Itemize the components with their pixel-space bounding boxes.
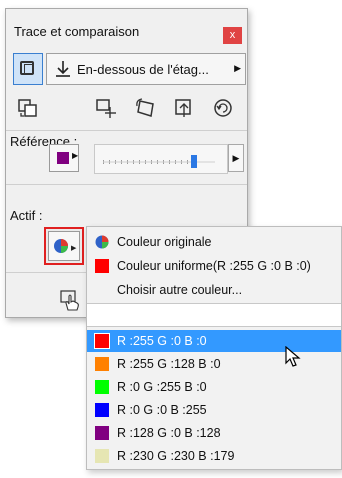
color-swatch <box>95 403 109 417</box>
recent-color-item[interactable]: R :230 G :230 B :179 <box>87 445 341 467</box>
color-swatch <box>94 333 110 349</box>
chevron-right-icon: ▶ <box>234 63 241 73</box>
hand-pointer-icon[interactable] <box>59 289 83 313</box>
recent-color-label: R :255 G :0 B :0 <box>117 334 207 348</box>
recent-color-label: R :0 G :0 B :255 <box>117 403 207 417</box>
menu-item-original-color[interactable]: Couleur originale <box>87 231 341 253</box>
swap-trace-icon[interactable] <box>16 97 40 119</box>
palette-titlebar[interactable]: Trace et comparaison x <box>6 9 247 44</box>
placement-label: En-dessous de l'étag... <box>77 62 209 77</box>
color-swatch <box>95 449 109 463</box>
active-color-button-inner: ▶ <box>48 231 80 261</box>
recent-color-item[interactable]: R :255 G :128 B :0 <box>87 353 341 375</box>
color-swatch <box>95 426 109 440</box>
color-swatch <box>95 380 109 394</box>
svg-text:▶: ▶ <box>71 245 77 252</box>
recent-color-item[interactable]: R :0 G :0 B :255 <box>87 399 341 421</box>
place-below-icon <box>56 61 70 77</box>
tools-row <box>6 95 247 125</box>
active-color-button[interactable]: ▶ <box>44 227 84 265</box>
recent-color-label: R :255 G :128 B :0 <box>117 357 221 371</box>
mouse-pointer-icon <box>285 346 301 367</box>
recent-color-item[interactable]: R :128 G :0 B :128 <box>87 422 341 444</box>
color-wheel-icon: ▶ <box>54 239 77 253</box>
palette-title: Trace et comparaison <box>14 24 140 39</box>
recent-color-item[interactable]: R :0 G :255 B :0 <box>87 376 341 398</box>
recent-color-label: R :0 G :255 B :0 <box>117 380 207 394</box>
reference-more-button[interactable]: ▶ <box>228 144 244 172</box>
color-swatch <box>95 357 109 371</box>
trace-placement-dropdown[interactable]: En-dessous de l'étag... ▶ <box>46 53 246 85</box>
separator <box>6 184 247 185</box>
trace-toggle-button[interactable] <box>13 53 43 85</box>
close-button[interactable]: x <box>223 27 242 44</box>
menu-item-choose-color[interactable]: Choisir autre couleur... <box>87 279 341 301</box>
menu-separator <box>87 326 341 327</box>
reference-color-swatch <box>57 152 69 164</box>
close-icon: x <box>229 29 236 41</box>
menu-item-label: Couleur uniforme(R :255 G :0 B :0) <box>117 259 311 273</box>
menu-item-label: Couleur originale <box>117 235 212 249</box>
recent-color-item[interactable]: R :255 G :0 B :0 <box>87 330 341 352</box>
recent-color-label: R :230 G :230 B :179 <box>117 449 235 463</box>
separator <box>6 130 247 131</box>
rotate-trace-icon[interactable] <box>134 97 158 119</box>
chevron-right-icon: ▶ <box>232 153 240 163</box>
mirror-trace-icon[interactable] <box>172 97 196 119</box>
color-wheel-icon <box>95 235 109 249</box>
color-swatch <box>95 259 109 273</box>
menu-gap <box>87 304 341 326</box>
menu-item-uniform-color[interactable]: Couleur uniforme(R :255 G :0 B :0) <box>87 255 341 277</box>
reset-trace-icon[interactable] <box>211 97 235 119</box>
slider-thumb[interactable] <box>191 155 197 168</box>
trace-layers-icon-inner <box>24 64 34 74</box>
color-options-menu: Couleur originale Couleur uniforme(R :25… <box>86 226 342 470</box>
reference-color-button[interactable]: ▶ <box>49 144 79 172</box>
reference-opacity-slider[interactable] <box>94 144 228 174</box>
chevron-right-icon: ▶ <box>72 151 79 160</box>
move-trace-icon[interactable] <box>95 97 119 119</box>
active-label: Actif : <box>10 208 43 223</box>
slider-track <box>103 155 215 168</box>
stage: Trace et comparaison x En-dessous de l'é… <box>0 0 342 478</box>
recent-color-label: R :128 G :0 B :128 <box>117 426 221 440</box>
menu-item-label: Choisir autre couleur... <box>117 283 243 297</box>
trace-row: En-dessous de l'étag... ▶ <box>6 53 247 87</box>
